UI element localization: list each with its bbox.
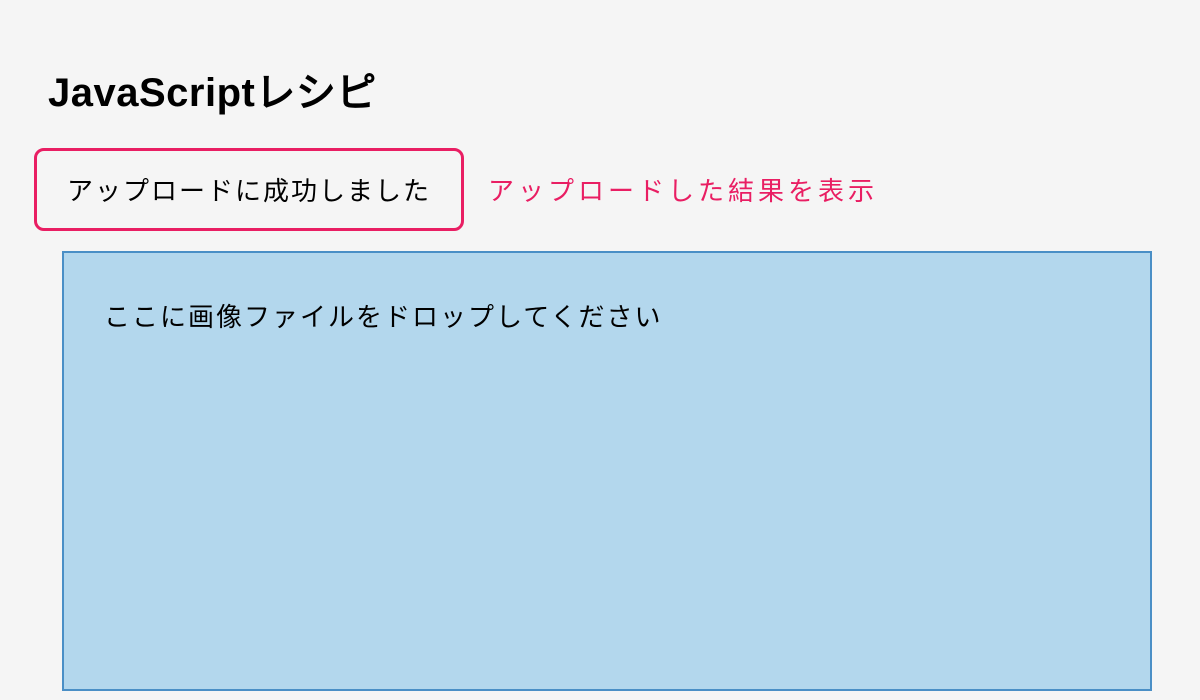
page-title: JavaScriptレシピ <box>48 0 1152 148</box>
status-annotation: アップロードした結果を表示 <box>488 171 878 208</box>
upload-status-box: アップロードに成功しました <box>34 148 464 231</box>
upload-status-text: アップロードに成功しました <box>67 176 431 206</box>
file-drop-zone[interactable]: ここに画像ファイルをドロップしてください <box>62 251 1152 691</box>
drop-zone-instruction: ここに画像ファイルをドロップしてください <box>104 302 662 332</box>
status-row: アップロードに成功しました アップロードした結果を表示 <box>34 148 1152 231</box>
